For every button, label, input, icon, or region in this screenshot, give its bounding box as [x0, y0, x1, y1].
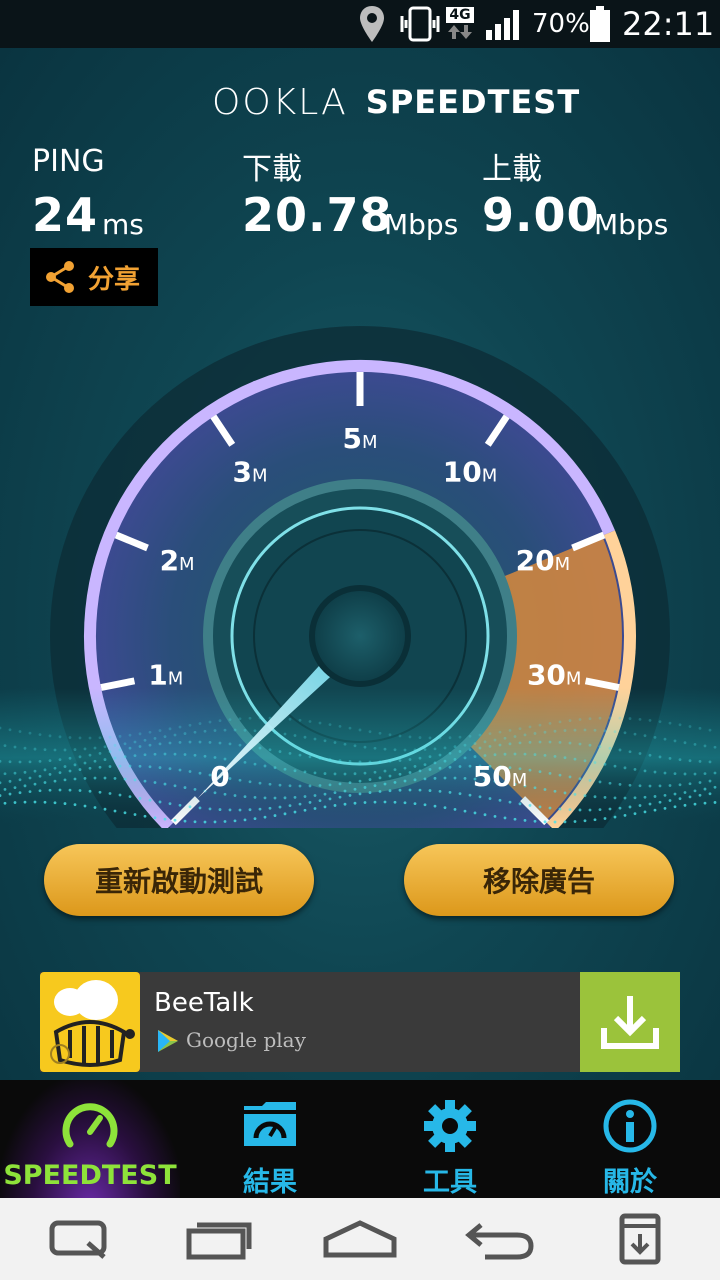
download-graph	[241, 259, 420, 304]
ping-value: 24	[32, 188, 99, 242]
speedometer-icon	[62, 1103, 118, 1148]
bottom-tab-bar: SPEEDTEST 結果 工具 關於	[0, 1080, 720, 1198]
remove-ads-button[interactable]: 移除廣告	[404, 844, 674, 916]
tab-tools[interactable]: 工具	[360, 1080, 540, 1198]
network-type: 4G	[446, 7, 474, 23]
upload-value: 9.00	[482, 188, 600, 242]
quick-memo-icon[interactable]	[30, 1198, 130, 1280]
status-bar: 4G 70% 22:11	[0, 0, 720, 48]
brand-name: OOKLA	[212, 81, 348, 123]
battery-icon	[588, 0, 612, 48]
ad-title: BeeTalk	[154, 988, 254, 1018]
restart-test-button[interactable]: 重新啟動測試	[44, 844, 314, 916]
app-logo: OOKLA SPEEDTEST	[212, 81, 581, 123]
recent-apps-icon[interactable]	[170, 1198, 270, 1280]
results-folder-icon	[244, 1102, 296, 1146]
tab-label-about: 關於	[603, 1167, 657, 1198]
google-play-icon	[158, 1030, 178, 1052]
info-icon	[603, 1099, 657, 1153]
battery-percent: 70%	[532, 9, 590, 39]
system-nav-bar	[0, 1198, 720, 1280]
ad-store: Google play	[186, 1028, 306, 1052]
upload-graph	[481, 259, 660, 304]
ping-label: PING	[32, 144, 105, 179]
share-label: 分享	[88, 264, 141, 295]
gauge-tick-label: 0	[210, 760, 229, 793]
download-label: 下載	[242, 152, 302, 187]
vibrate-icon	[398, 0, 442, 48]
gear-icon	[424, 1100, 476, 1152]
signal-icon	[484, 0, 526, 48]
tab-label-results: 結果	[243, 1167, 297, 1198]
tab-speedtest[interactable]: SPEEDTEST	[0, 1080, 180, 1198]
share-icon	[46, 261, 74, 293]
ad-download-button[interactable]	[580, 972, 680, 1072]
download-value: 20.78	[242, 188, 393, 242]
share-button[interactable]: 分享	[30, 248, 158, 306]
speedtest-screen: OOKLA SPEEDTEST PING 24 ms 下載 20.78 Mbps…	[0, 48, 720, 1080]
beetalk-app-icon	[40, 972, 140, 1072]
product-name: SPEEDTEST	[365, 83, 581, 121]
location-icon	[358, 0, 386, 48]
tab-about[interactable]: 關於	[540, 1080, 720, 1198]
speed-gauge: 01M2M3M5M10M20M30M50M	[0, 326, 720, 828]
clock: 22:11	[622, 5, 715, 43]
ping-unit: ms	[102, 208, 144, 241]
upload-unit: Mbps	[594, 208, 669, 241]
download-icon[interactable]	[590, 1198, 690, 1280]
home-icon[interactable]	[310, 1198, 410, 1280]
tab-label-tools: 工具	[423, 1167, 477, 1198]
download-unit: Mbps	[384, 208, 459, 241]
tab-results[interactable]: 結果	[180, 1080, 360, 1198]
download-icon	[601, 996, 659, 1049]
back-icon[interactable]	[450, 1198, 550, 1280]
data-arrows-icon: 4G	[446, 0, 474, 48]
upload-label: 上載	[482, 152, 542, 187]
ad-banner[interactable]: BeeTalk Google play	[40, 972, 680, 1072]
tab-label-speedtest: SPEEDTEST	[3, 1160, 177, 1191]
